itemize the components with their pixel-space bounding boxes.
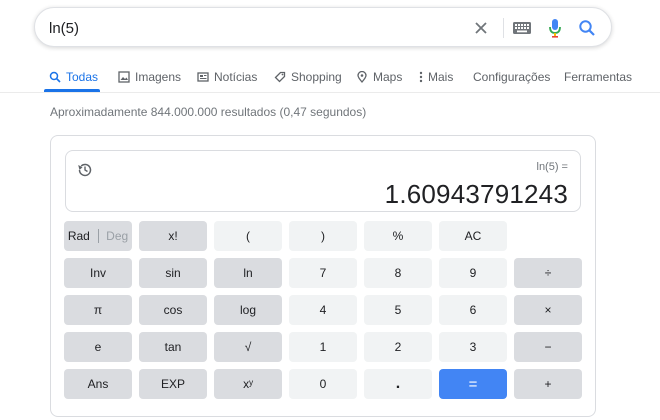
inverse-button[interactable]: Inv <box>64 258 132 288</box>
digit-1-button[interactable]: 1 <box>289 332 357 362</box>
search-icon <box>48 70 62 84</box>
tab-label: Ferramentas <box>564 70 633 84</box>
right-paren-button[interactable]: ) <box>289 221 357 251</box>
left-paren-button[interactable]: ( <box>214 221 282 251</box>
digit-0-button[interactable]: 0 <box>289 369 357 399</box>
search-tabs: Todas Imagens Notícias Shopping Maps Mai… <box>0 60 660 92</box>
sin-button[interactable]: sin <box>139 258 207 288</box>
digit-8-button[interactable]: 8 <box>364 258 432 288</box>
digit-2-button[interactable]: 2 <box>364 332 432 362</box>
tab-label: Mais <box>428 70 454 84</box>
tab-noticias[interactable]: Notícias <box>196 66 257 88</box>
map-pin-icon <box>355 70 369 84</box>
search-bar <box>34 7 612 47</box>
search-icon[interactable] <box>575 16 599 40</box>
clear-icon[interactable] <box>469 16 493 40</box>
digit-6-button[interactable]: 6 <box>439 295 507 325</box>
e-button[interactable]: e <box>64 332 132 362</box>
search-input[interactable] <box>49 17 449 39</box>
tab-label: Imagens <box>135 70 182 84</box>
tab-label: Todas <box>66 70 99 84</box>
results-stats: Aproximadamente 844.000.000 resultados (… <box>50 105 367 119</box>
digit-7-button[interactable]: 7 <box>289 258 357 288</box>
all-clear-button[interactable]: AC <box>439 221 507 251</box>
factorial-button[interactable]: x! <box>139 221 207 251</box>
rad-deg-separator <box>97 229 99 243</box>
calculator-display: ln(5) = 1.60943791243 <box>65 150 581 212</box>
rad-deg-toggle[interactable]: Rad Deg <box>64 221 132 251</box>
divide-button[interactable]: ÷ <box>514 258 582 288</box>
ans-button[interactable]: Ans <box>64 369 132 399</box>
tab-ferramentas[interactable]: Ferramentas <box>564 66 632 88</box>
more-vert-icon <box>418 70 424 84</box>
search-divider <box>503 18 504 38</box>
exp-button[interactable]: EXP <box>139 369 207 399</box>
digit-5-button[interactable]: 5 <box>364 295 432 325</box>
tabs-divider <box>0 92 660 93</box>
calculator-expression: ln(5) = <box>536 161 569 173</box>
sqrt-button[interactable]: √ <box>214 332 282 362</box>
tan-button[interactable]: tan <box>139 332 207 362</box>
tab-todas[interactable]: Todas <box>48 66 98 88</box>
tab-label: Maps <box>373 70 403 84</box>
keyboard-icon[interactable] <box>510 16 534 40</box>
power-button[interactable]: xʸ <box>214 369 282 399</box>
cos-button[interactable]: cos <box>139 295 207 325</box>
percent-button[interactable]: % <box>364 221 432 251</box>
digit-9-button[interactable]: 9 <box>439 258 507 288</box>
tab-shopping[interactable]: Shopping <box>273 66 342 88</box>
tab-mais[interactable]: Mais <box>418 66 453 88</box>
image-icon <box>117 70 131 84</box>
tag-icon <box>273 70 287 84</box>
calculator-result: 1.60943791243 <box>384 179 568 209</box>
tab-configuracoes[interactable]: Configurações <box>473 66 550 88</box>
calculator-card: ln(5) = 1.60943791243 Rad Deg x! ( ) % A… <box>50 135 596 417</box>
history-icon[interactable] <box>76 161 94 179</box>
tab-maps[interactable]: Maps <box>355 66 402 88</box>
plus-button[interactable]: + <box>514 369 582 399</box>
news-icon <box>196 70 210 84</box>
rad-label[interactable]: Rad <box>68 229 90 243</box>
equals-button[interactable]: = <box>439 369 507 399</box>
decimal-point-button[interactable]: . <box>364 369 432 399</box>
ln-button[interactable]: ln <box>214 258 282 288</box>
pi-button[interactable]: π <box>64 295 132 325</box>
digit-3-button[interactable]: 3 <box>439 332 507 362</box>
tab-label: Configurações <box>473 70 551 84</box>
digit-4-button[interactable]: 4 <box>289 295 357 325</box>
mic-icon[interactable] <box>543 16 567 40</box>
log-button[interactable]: log <box>214 295 282 325</box>
tab-imagens[interactable]: Imagens <box>117 66 181 88</box>
minus-button[interactable]: − <box>514 332 582 362</box>
tab-label: Notícias <box>214 70 258 84</box>
multiply-button[interactable]: × <box>514 295 582 325</box>
deg-label[interactable]: Deg <box>106 229 128 243</box>
tab-label: Shopping <box>291 70 342 84</box>
